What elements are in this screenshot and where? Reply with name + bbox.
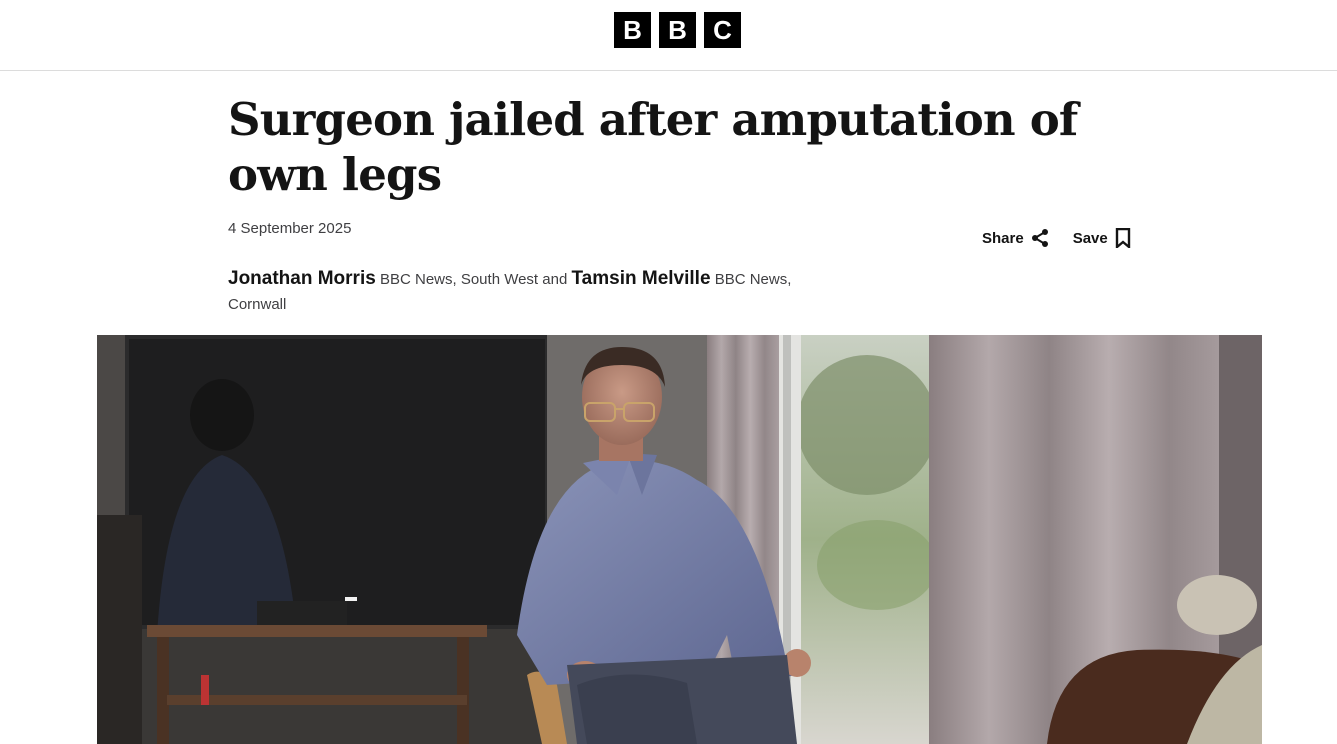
share-button[interactable]: Share bbox=[982, 228, 1049, 248]
save-button[interactable]: Save bbox=[1073, 228, 1131, 248]
byline-conjunction: and bbox=[542, 271, 568, 288]
author-name: Jonathan Morris bbox=[228, 268, 376, 289]
hero-photo bbox=[97, 335, 1262, 744]
article-headline: Surgeon jailed after amputation of own l… bbox=[228, 93, 1078, 201]
bookmark-icon bbox=[1115, 228, 1130, 248]
logo-letter-c: C bbox=[704, 12, 741, 48]
logo-letter-b1: B bbox=[614, 12, 651, 48]
author-name: Tamsin Melville bbox=[571, 268, 711, 289]
byline: Jonathan Morris BBC News, South West and… bbox=[228, 266, 828, 317]
publish-date: 4 September 2025 bbox=[228, 220, 352, 237]
share-label: Share bbox=[982, 229, 1024, 247]
save-label: Save bbox=[1072, 229, 1108, 247]
hero-image bbox=[97, 335, 1262, 744]
share-icon bbox=[1031, 229, 1048, 247]
author-role: BBC News, South West bbox=[379, 271, 539, 288]
article-actions: Share Save bbox=[982, 226, 1131, 250]
logo-letter-b2: B bbox=[659, 12, 696, 48]
site-header: B B C bbox=[0, 0, 1337, 71]
bbc-logo[interactable]: B B C bbox=[614, 12, 741, 48]
